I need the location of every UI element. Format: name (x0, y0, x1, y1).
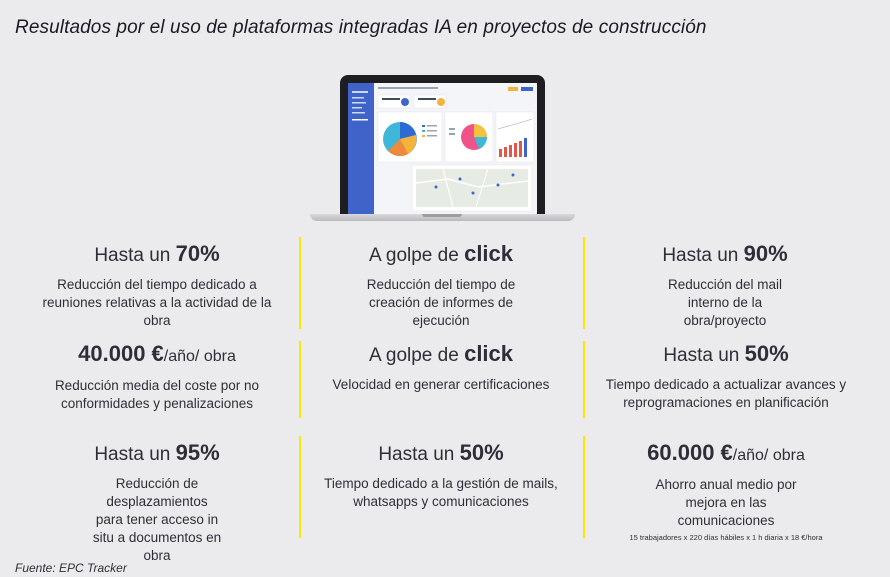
divider-col2-row3 (583, 436, 585, 538)
divider-col1-row1 (299, 237, 301, 329)
stat-description: Reducción del tiempo dedicado a reunione… (42, 277, 272, 328)
stat-headline: Hasta un 50% (378, 440, 504, 466)
laptop-notch (422, 214, 462, 217)
divider-col1-row3 (299, 436, 301, 538)
divider-col1-row2 (299, 341, 301, 418)
stat-description: Ahorro anual medio por mejora en las com… (655, 477, 797, 528)
dashboard-image (348, 83, 535, 214)
stat-headline: 40.000 €/año/ obra (78, 341, 236, 366)
dashboard-screenshot (348, 83, 537, 214)
stat-description: Velocidad en generar certificaciones (332, 377, 550, 392)
stat-calculation-note: 15 trabajadores x 220 días hábiles x 1 h… (629, 533, 823, 542)
stat-annual-savings: 60.000 €/año/ obra Ahorro anual medio po… (590, 440, 862, 543)
divider-col2-row2 (583, 341, 585, 418)
divider-col2-row1 (583, 237, 585, 329)
stat-description: Tiempo dedicado a la gestión de mails, w… (324, 476, 558, 509)
stat-reports: A golpe de click Reducción del tiempo de… (306, 242, 576, 330)
stat-headline: Hasta un 50% (663, 341, 789, 367)
stat-communications-time: Hasta un 50% Tiempo dedicado a la gestió… (306, 441, 576, 511)
stat-meetings: Hasta un 70% Reducción del tiempo dedica… (22, 242, 292, 330)
stat-planning: Hasta un 50% Tiempo dedicado a actualiza… (590, 342, 862, 412)
stat-description: Reducción del tiempo de creación de info… (366, 277, 516, 328)
stat-internal-mail: Hasta un 90% Reducción del mail interno … (590, 242, 860, 330)
source-note: Fuente: EPC Tracker (15, 561, 127, 575)
stat-headline: A golpe de click (368, 341, 514, 367)
stat-description: Reducción media del coste por no conform… (54, 378, 260, 411)
stat-headline: A golpe de click (368, 241, 514, 267)
stat-nonconformity-cost: 40.000 €/año/ obra Reducción media del c… (22, 342, 292, 413)
stat-headline: Hasta un 95% (94, 440, 220, 466)
laptop-illustration (310, 75, 575, 225)
stat-description: Reducción de desplazamientos para tener … (92, 476, 222, 563)
page-title: Resultados por el uso de plataformas int… (15, 17, 707, 38)
stat-certifications: A golpe de click Velocidad en generar ce… (306, 342, 576, 394)
stat-headline: Hasta un 70% (94, 241, 220, 267)
stat-headline: Hasta un 90% (662, 241, 788, 267)
stat-description: Tiempo dedicado a actualizar avances y r… (605, 377, 847, 410)
stat-headline: 60.000 €/año/ obra (647, 440, 805, 465)
stat-travel: Hasta un 95% Reducción de desplazamiento… (22, 441, 292, 565)
stat-description: Reducción del mail interno de la obra/pr… (667, 277, 783, 328)
